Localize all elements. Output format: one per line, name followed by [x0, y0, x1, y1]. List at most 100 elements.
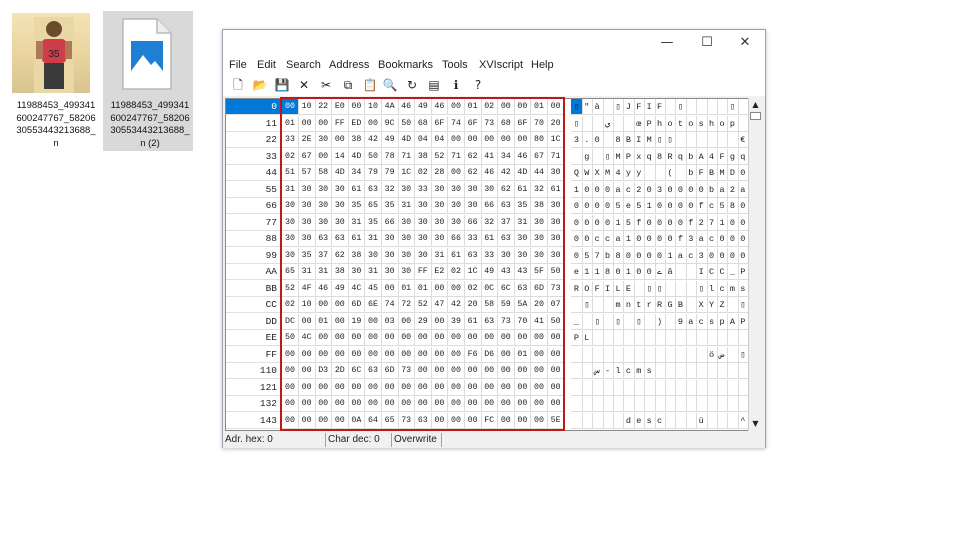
- hex-byte-cell[interactable]: 00: [448, 363, 465, 379]
- menu-xviscript[interactable]: XVIscript: [479, 59, 523, 71]
- hex-byte-cell[interactable]: 58: [315, 165, 333, 181]
- hex-byte-cell[interactable]: 00: [547, 99, 565, 115]
- hex-byte-cell[interactable]: 59: [497, 297, 515, 313]
- row-address[interactable]: 88: [226, 231, 281, 247]
- row-address[interactable]: 143: [226, 412, 281, 429]
- hex-byte-cell[interactable]: 30: [414, 214, 432, 231]
- hex-byte-cell[interactable]: 00: [331, 379, 349, 396]
- hex-byte-cell[interactable]: 38: [348, 132, 366, 148]
- row-address[interactable]: DD: [226, 313, 281, 330]
- hex-byte-cell[interactable]: 70: [514, 313, 532, 330]
- hex-byte-cell[interactable]: 42: [365, 132, 382, 148]
- hex-byte-cell[interactable]: 00: [331, 412, 349, 429]
- hex-byte-cell[interactable]: 00: [315, 379, 333, 396]
- hex-byte-cell[interactable]: ED: [348, 115, 366, 132]
- hex-byte-cell[interactable]: 30: [464, 181, 482, 198]
- hex-byte-cell[interactable]: 50: [282, 330, 299, 346]
- hex-byte-cell[interactable]: 00: [298, 313, 316, 330]
- hex-byte-cell[interactable]: 30: [398, 264, 416, 280]
- hex-byte-cell[interactable]: 00: [414, 363, 432, 379]
- hex-byte-cell[interactable]: 00: [315, 148, 333, 165]
- hex-byte-cell[interactable]: 00: [365, 330, 382, 346]
- hex-byte-cell[interactable]: 64: [365, 412, 382, 429]
- hex-byte-cell[interactable]: 00: [448, 165, 465, 181]
- hex-byte-cell[interactable]: 61: [514, 181, 532, 198]
- hex-byte-cell[interactable]: 62: [464, 165, 482, 181]
- hex-byte-cell[interactable]: 6E: [365, 297, 382, 313]
- hex-byte-cell[interactable]: 4C: [348, 280, 366, 297]
- hex-byte-cell[interactable]: 04: [414, 132, 432, 148]
- hex-byte-cell[interactable]: 00: [531, 346, 548, 363]
- hex-byte-cell[interactable]: 68: [497, 115, 515, 132]
- hex-byte-cell[interactable]: 30: [414, 231, 432, 247]
- row-address[interactable]: 121: [226, 379, 281, 396]
- hex-byte-cell[interactable]: 32: [481, 214, 499, 231]
- hex-byte-cell[interactable]: 31: [315, 264, 333, 280]
- hex-byte-cell[interactable]: 30: [531, 214, 548, 231]
- hex-byte-cell[interactable]: 39: [448, 313, 465, 330]
- hex-byte-cell[interactable]: 00: [381, 379, 399, 396]
- hex-byte-cell[interactable]: 52: [282, 280, 299, 297]
- hex-byte-cell[interactable]: 00: [547, 363, 565, 379]
- hex-byte-cell[interactable]: 51: [282, 165, 299, 181]
- hex-byte-cell[interactable]: 61: [348, 231, 366, 247]
- hex-byte-cell[interactable]: D6: [481, 346, 499, 363]
- hex-byte-cell[interactable]: 10: [298, 99, 316, 115]
- hex-byte-cell[interactable]: 00: [547, 379, 565, 396]
- hex-byte-cell[interactable]: 30: [448, 214, 465, 231]
- hex-byte-cell[interactable]: 41: [481, 148, 499, 165]
- hex-byte-cell[interactable]: 00: [282, 396, 299, 412]
- hex-byte-cell[interactable]: 00: [481, 363, 499, 379]
- hex-byte-cell[interactable]: 00: [398, 379, 416, 396]
- hex-byte-cell[interactable]: 30: [547, 214, 565, 231]
- hex-byte-cell[interactable]: 00: [282, 412, 299, 429]
- row-address[interactable]: AA: [226, 264, 281, 280]
- hex-byte-cell[interactable]: 22: [315, 99, 333, 115]
- hex-byte-cell[interactable]: 31: [298, 264, 316, 280]
- hex-byte-cell[interactable]: 49: [414, 99, 432, 115]
- row-address[interactable]: CC: [226, 297, 281, 313]
- hex-byte-cell[interactable]: 63: [331, 231, 349, 247]
- hex-byte-cell[interactable]: 02: [414, 165, 432, 181]
- hex-byte-cell[interactable]: 30: [315, 132, 333, 148]
- hex-byte-cell[interactable]: 10: [298, 297, 316, 313]
- hex-byte-cell[interactable]: 01: [514, 346, 532, 363]
- hex-byte-cell[interactable]: 63: [481, 313, 499, 330]
- hex-byte-cell[interactable]: 78: [381, 148, 399, 165]
- hex-byte-cell[interactable]: 01: [315, 313, 333, 330]
- hex-byte-cell[interactable]: 00: [331, 132, 349, 148]
- hex-byte-cell[interactable]: FF: [414, 264, 432, 280]
- row-address[interactable]: 132: [226, 396, 281, 412]
- hex-byte-cell[interactable]: 71: [448, 148, 465, 165]
- hex-byte-cell[interactable]: FC: [481, 412, 499, 429]
- minimize-button[interactable]: —: [647, 30, 687, 56]
- hex-byte-cell[interactable]: 50: [398, 115, 416, 132]
- hex-byte-cell[interactable]: 30: [431, 214, 449, 231]
- hex-byte-cell[interactable]: 1C: [398, 165, 416, 181]
- hex-byte-cell[interactable]: 63: [414, 412, 432, 429]
- hex-byte-cell[interactable]: 30: [298, 181, 316, 198]
- hex-byte-cell[interactable]: 00: [448, 330, 465, 346]
- menu-file[interactable]: File: [229, 59, 247, 71]
- hex-byte-cell[interactable]: 73: [481, 115, 499, 132]
- hex-byte-cell[interactable]: 00: [514, 412, 532, 429]
- hex-byte-cell[interactable]: 30: [315, 214, 333, 231]
- hex-byte-cell[interactable]: 6D: [381, 363, 399, 379]
- hex-byte-cell[interactable]: 30: [331, 181, 349, 198]
- hex-byte-cell[interactable]: 73: [398, 363, 416, 379]
- hex-byte-cell[interactable]: 02: [448, 264, 465, 280]
- hex-byte-cell[interactable]: 5A: [514, 297, 532, 313]
- hex-byte-cell[interactable]: 68: [414, 115, 432, 132]
- hex-byte-cell[interactable]: 00: [414, 396, 432, 412]
- hex-byte-cell[interactable]: 00: [298, 396, 316, 412]
- hex-byte-cell[interactable]: 00: [331, 297, 349, 313]
- menu-tools[interactable]: Tools: [442, 59, 468, 71]
- hex-byte-cell[interactable]: FF: [331, 115, 349, 132]
- hex-byte-cell[interactable]: 30: [348, 264, 366, 280]
- hex-byte-cell[interactable]: 61: [481, 231, 499, 247]
- hex-byte-cell[interactable]: 74: [448, 115, 465, 132]
- scroll-up-icon[interactable]: ▲: [749, 98, 762, 111]
- hex-byte-cell[interactable]: 00: [381, 346, 399, 363]
- hex-byte-cell[interactable]: 00: [547, 346, 565, 363]
- menu-search[interactable]: Search: [286, 59, 321, 71]
